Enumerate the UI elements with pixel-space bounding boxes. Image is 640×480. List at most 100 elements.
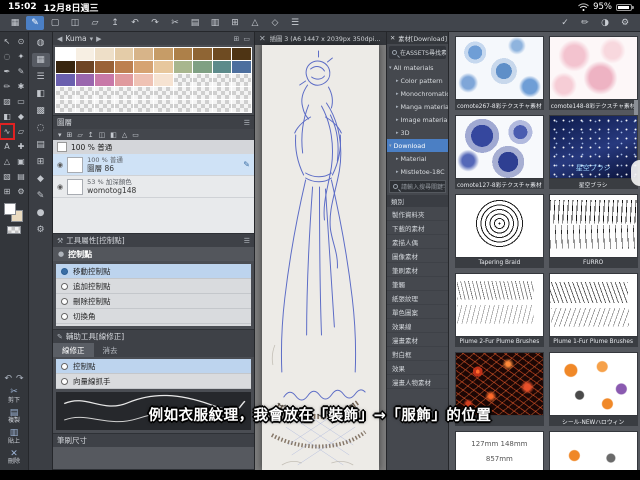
layer-menu-icon[interactable]: ☰ <box>244 119 250 127</box>
brush-size-palette-icon[interactable]: ● <box>32 206 50 220</box>
material-tree-item[interactable]: ▸ 3D <box>387 126 448 139</box>
color-swatch[interactable] <box>134 100 153 112</box>
subtool-tab[interactable]: 線修正 <box>53 343 94 357</box>
material-tree-item[interactable]: ▸ Color pattern <box>387 74 448 87</box>
category-item[interactable]: 製作資料夾 <box>387 207 448 221</box>
foreground-color-chip[interactable] <box>4 203 16 215</box>
fill-tool-icon[interactable]: ◆ <box>15 110 27 123</box>
cut-icon[interactable]: ✂ <box>166 16 184 30</box>
color-swatch[interactable] <box>95 100 114 112</box>
color-swatch[interactable] <box>212 61 232 73</box>
category-item[interactable]: 圖像素材 <box>387 249 448 263</box>
subtool-palette-icon[interactable]: ✎ <box>32 189 50 203</box>
color-swatch[interactable] <box>134 87 153 99</box>
select-tool-icon[interactable]: ↖ <box>1 35 13 48</box>
visibility-eye-icon[interactable]: ◉ <box>57 161 63 169</box>
intermediate-color-icon[interactable]: ◧ <box>32 87 50 101</box>
save-icon[interactable]: ◫ <box>66 16 84 30</box>
layer-row[interactable]: ◉ 100 % 普通 圖層 86 ✎ <box>53 154 254 176</box>
subtool-item[interactable]: 控制點 <box>56 359 251 374</box>
color-swatch[interactable] <box>75 74 95 86</box>
color-swatch[interactable] <box>232 87 251 99</box>
color-swatch[interactable] <box>114 100 134 112</box>
category-item[interactable]: 紙張紋理 <box>387 291 448 305</box>
ruler-icon[interactable]: △ <box>246 16 264 30</box>
eyedropper-tool-icon[interactable]: ✚ <box>15 140 27 153</box>
color-set-title[interactable]: Kuma <box>65 34 86 43</box>
figure-tool-icon[interactable]: ▱ <box>15 125 27 138</box>
process-option[interactable]: 追加控制點 <box>56 279 251 294</box>
material-tree-item[interactable]: ▸ Mistletoe-18C <box>387 165 448 178</box>
navigator-icon[interactable]: ⊞ <box>32 155 50 169</box>
edge-swipe-handle[interactable] <box>631 160 640 186</box>
material-item[interactable]: comote148-8彩テクスチャ素材 <box>548 36 638 110</box>
color-swatch[interactable] <box>134 48 153 60</box>
color-swatch[interactable] <box>134 61 153 73</box>
color-swatch[interactable] <box>95 48 114 60</box>
delete-layer-icon[interactable]: ▭ <box>132 131 139 139</box>
color-swatch[interactable] <box>173 100 193 112</box>
material-tree-item[interactable]: ▸ Material <box>387 152 448 165</box>
color-swatch[interactable] <box>173 61 193 73</box>
material-item[interactable]: comote127-8彩テクスチャ素材 <box>455 115 544 189</box>
category-item[interactable]: 素描人偶 <box>387 235 448 249</box>
undo-icon[interactable]: ↶ <box>126 16 144 30</box>
material-item[interactable]: Tapering Braid <box>455 194 544 268</box>
airbrush-tool-icon[interactable]: ✱ <box>15 80 27 93</box>
color-swatch[interactable] <box>193 100 212 112</box>
color-set-icon[interactable]: ▦ <box>31 53 50 67</box>
color-swatch[interactable] <box>154 87 173 99</box>
color-swatch[interactable] <box>212 100 232 112</box>
color-swatch[interactable] <box>75 48 95 60</box>
color-swatch[interactable] <box>75 61 95 73</box>
pencil-tool-icon[interactable]: ✎ <box>15 65 27 78</box>
blend-tool-icon[interactable]: ◧ <box>1 110 13 123</box>
color-swatch[interactable] <box>154 74 173 86</box>
auto-select-tool-icon[interactable]: ✦ <box>15 50 27 63</box>
copy-button[interactable]: ▤ 複製 <box>8 408 20 425</box>
material-close-icon[interactable]: ✕ <box>390 35 395 42</box>
color-swatch[interactable] <box>75 87 95 99</box>
subtool-tab[interactable]: 消去 <box>94 343 127 357</box>
material-tree-item[interactable]: ▾ Download <box>387 139 448 152</box>
color-swatch[interactable] <box>95 87 114 99</box>
add-swatch-icon[interactable]: ⊞ <box>234 35 240 43</box>
close-canvas-icon[interactable]: ✕ <box>259 34 266 43</box>
color-swatch[interactable] <box>75 100 95 112</box>
property-menu-icon[interactable]: ☰ <box>244 237 250 245</box>
color-swatch[interactable] <box>232 61 251 73</box>
tool-property-palette-icon[interactable]: ⚙ <box>32 223 50 237</box>
blend-mode-icon[interactable]: ▾ <box>58 131 62 139</box>
category-item[interactable]: 漫畫素材 <box>387 333 448 347</box>
color-mode-icon[interactable]: ◑ <box>596 16 614 30</box>
color-swatch[interactable] <box>173 87 193 99</box>
transparent-color-chip[interactable] <box>7 226 21 234</box>
color-history-icon[interactable]: ◌ <box>32 121 50 135</box>
color-swatch[interactable] <box>56 48 75 60</box>
color-swatch[interactable] <box>212 74 232 86</box>
approximate-color-icon[interactable]: ▩ <box>32 104 50 118</box>
color-swatch[interactable] <box>95 74 114 86</box>
text-tool-icon[interactable]: A <box>1 140 13 153</box>
canvas-page[interactable] <box>262 45 379 470</box>
assets-search-button[interactable]: 在ASSETS尋找素材 <box>389 46 446 59</box>
material-item[interactable]: Plume 2-Fur Plume Brushes <box>455 273 544 347</box>
material-tree-item[interactable]: ▾ All materials <box>387 61 448 74</box>
grid-icon[interactable]: ⊞ <box>226 16 244 30</box>
material-item[interactable]: FURRO <box>548 194 638 268</box>
subtool-item[interactable]: 向量線抓手 <box>56 374 251 389</box>
edit-icon[interactable]: ✏ <box>576 16 594 30</box>
undo-icon[interactable]: ↶ <box>4 374 12 384</box>
brush-tool-icon[interactable]: ✏ <box>1 80 13 93</box>
redo-icon[interactable]: ↷ <box>16 374 24 384</box>
color-swatch[interactable] <box>193 74 212 86</box>
gradient-tool-icon[interactable]: ▧ <box>1 170 13 183</box>
ruler-layer-icon[interactable]: △ <box>122 131 127 139</box>
material-tree-item[interactable]: ▸ Manga material <box>387 100 448 113</box>
category-item[interactable]: 筆觸 <box>387 277 448 291</box>
gallery-icon[interactable]: ▦ <box>6 16 24 30</box>
category-item[interactable]: 單色圖案 <box>387 305 448 319</box>
next-set-icon[interactable]: ▶ <box>96 35 101 43</box>
selection-area-tool-icon[interactable]: ▤ <box>15 170 27 183</box>
color-slider-icon[interactable]: ☰ <box>32 70 50 84</box>
